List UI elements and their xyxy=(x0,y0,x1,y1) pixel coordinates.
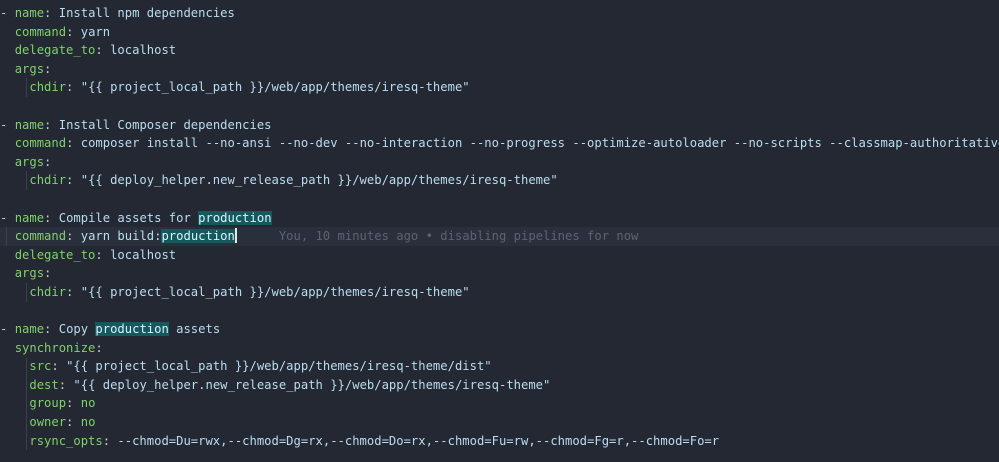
search-match-highlight: production xyxy=(161,229,235,244)
code-line[interactable]: args: xyxy=(0,264,999,283)
code-line[interactable]: owner: no xyxy=(0,413,999,432)
yaml-key: src xyxy=(29,359,52,374)
indent-guide xyxy=(26,171,27,190)
code-line[interactable]: src: "{{ project_local_path }}/web/app/t… xyxy=(0,357,999,376)
yaml-key: name xyxy=(14,210,45,225)
yaml-string: "{{ project_local_path }}/web/app/themes… xyxy=(66,359,492,374)
yaml-key: name xyxy=(14,117,45,132)
code-line[interactable]: chdir: "{{ project_local_path }}/web/app… xyxy=(0,282,999,302)
yaml-key: name xyxy=(14,322,45,337)
code-line[interactable]: dest: "{{ deploy_helper.new_release_path… xyxy=(0,375,999,395)
command-prefix: yarn build: xyxy=(80,229,162,244)
yaml-string: "{{ deploy_helper.new_release_path }}/we… xyxy=(80,173,558,188)
yaml-key: chdir xyxy=(29,173,67,188)
code-line[interactable]: - name: Compile assets for production xyxy=(0,209,999,228)
indent-guide xyxy=(26,357,27,376)
indent-guide xyxy=(26,78,27,97)
code-line[interactable]: args: xyxy=(0,60,999,79)
yaml-key: name xyxy=(14,6,45,20)
code-line[interactable] xyxy=(0,190,999,209)
yaml-value: composer install --no-ansi --no-dev --no… xyxy=(80,136,999,151)
yaml-key: args xyxy=(14,154,45,169)
code-line[interactable]: - name: Copy production assets xyxy=(0,320,999,339)
indent-guide xyxy=(26,394,27,414)
code-line[interactable] xyxy=(0,97,999,116)
code-line[interactable]: - name: Install npm dependencies xyxy=(0,4,999,23)
task-name-prefix: Copy xyxy=(58,322,96,337)
task-name: Install npm dependencies xyxy=(58,6,235,20)
code-line[interactable]: command: yarn xyxy=(0,23,999,42)
yaml-key: delegate_to xyxy=(14,43,96,58)
code-line[interactable]: rsync_opts: --chmod=Du=rwx,--chmod=Dg=rx… xyxy=(0,431,999,451)
search-match-highlight: production xyxy=(198,210,272,225)
yaml-string: "{{ deploy_helper.new_release_path }}/we… xyxy=(73,377,551,392)
yaml-key: command xyxy=(14,136,67,151)
yaml-string: "{{ project_local_path }}/web/app/themes… xyxy=(80,80,470,95)
code-line[interactable]: delegate_to: localhost xyxy=(0,246,999,265)
indent-guide xyxy=(26,413,27,432)
indent-guide xyxy=(26,375,27,395)
yaml-string: "{{ project_local_path }}/web/app/themes… xyxy=(80,284,470,299)
text-cursor xyxy=(234,228,237,244)
code-line[interactable]: synchronize: xyxy=(0,339,999,358)
yaml-key: chdir xyxy=(29,80,67,95)
yaml-boolean: no xyxy=(80,396,96,411)
yaml-key: args xyxy=(14,266,45,281)
code-line[interactable]: chdir: "{{ deploy_helper.new_release_pat… xyxy=(0,171,999,190)
yaml-value: yarn xyxy=(80,24,111,39)
code-line[interactable]: - name: Install Composer dependencies xyxy=(0,116,999,135)
code-line[interactable]: command: composer install --no-ansi --no… xyxy=(0,134,999,153)
yaml-value: localhost xyxy=(110,247,177,262)
yaml-key: group xyxy=(29,396,67,411)
yaml-key: command xyxy=(14,24,67,39)
git-blame-annotation: You, 10 minutes ago • disabling pipeline… xyxy=(278,229,639,244)
yaml-key: args xyxy=(14,61,45,76)
code-line[interactable] xyxy=(0,302,999,321)
yaml-key: command xyxy=(14,229,67,244)
yaml-boolean: no xyxy=(80,415,96,430)
code-line[interactable]: group: no xyxy=(0,394,999,414)
code-line[interactable]: args: xyxy=(0,153,999,172)
yaml-key: delegate_to xyxy=(14,247,96,262)
code-line[interactable]: chdir: "{{ project_local_path }}/web/app… xyxy=(0,78,999,97)
yaml-key: owner xyxy=(29,415,67,430)
code-editor[interactable]: - name: Install npm dependencies command… xyxy=(0,0,999,462)
yaml-key: dest xyxy=(29,377,59,392)
yaml-key: rsync_opts xyxy=(29,433,103,448)
task-name-prefix: Compile assets for xyxy=(58,210,199,225)
indent-guide xyxy=(26,431,27,451)
task-name: Install Composer dependencies xyxy=(58,117,272,132)
yaml-value: --chmod=Du=rwx,--chmod=Dg=rx,--chmod=Do=… xyxy=(117,433,720,448)
indent-guide xyxy=(6,227,7,246)
code-line[interactable]: delegate_to: localhost xyxy=(0,41,999,60)
current-line[interactable]: command: yarn build:production You, 10 mi… xyxy=(0,227,999,246)
yaml-value: localhost xyxy=(110,43,177,58)
task-name-suffix: assets xyxy=(168,322,221,337)
indent-guide xyxy=(26,282,27,302)
search-match-highlight: production xyxy=(95,322,169,337)
yaml-key: synchronize xyxy=(14,340,96,355)
yaml-key: chdir xyxy=(29,284,67,299)
